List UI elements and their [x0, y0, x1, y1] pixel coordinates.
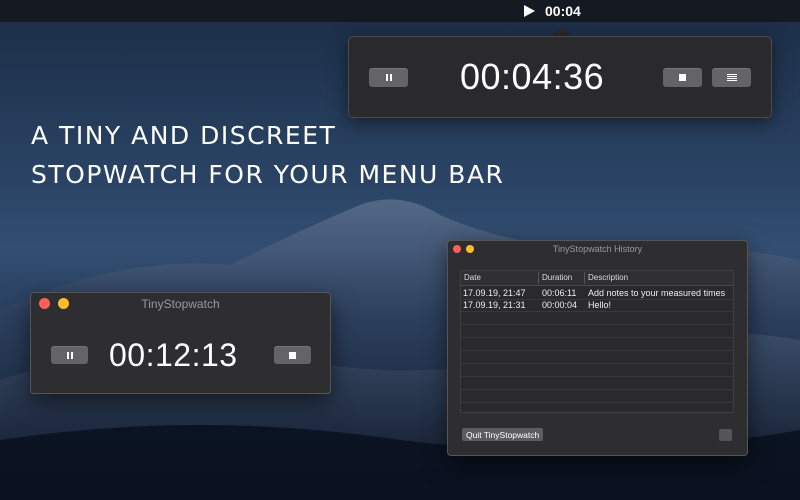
stop-icon — [289, 351, 296, 359]
pause-icon — [66, 351, 73, 359]
row-divider — [461, 363, 733, 364]
row-description: Hello! — [588, 300, 612, 310]
table-header: Date Duration Description — [461, 271, 733, 286]
row-divider — [461, 311, 733, 312]
row-divider — [461, 389, 733, 390]
column-separator — [584, 272, 585, 284]
play-icon — [524, 5, 535, 17]
popover-stop-button[interactable] — [663, 68, 702, 87]
row-divider — [461, 350, 733, 351]
popover-time: 00:04:36 — [460, 56, 605, 97]
menubar-stopwatch-item[interactable]: 00:04 — [524, 2, 581, 20]
stopwatch-window-title: TinyStopwatch — [141, 297, 220, 311]
pause-icon — [385, 74, 392, 81]
window-stop-button[interactable] — [274, 346, 311, 364]
window-pause-button[interactable] — [51, 346, 88, 364]
row-date: 17.09.19, 21:31 — [463, 300, 526, 310]
headline-line-2: STOPWATCH FOR YOUR MENU BAR — [31, 160, 505, 189]
popover-pause-button[interactable] — [369, 68, 408, 87]
stop-icon — [679, 74, 686, 81]
window-time: 00:12:13 — [109, 337, 238, 373]
popover-history-button[interactable] — [712, 68, 751, 87]
menubar-elapsed-time: 00:04 — [545, 3, 581, 19]
headline-line-1: A TINY AND DISCREET — [31, 121, 337, 150]
row-divider — [461, 337, 733, 338]
stopwatch-window: TinyStopwatch 00:12:13 — [30, 292, 331, 394]
column-header-duration[interactable]: Duration — [542, 273, 572, 282]
menu-bar: 00:04 — [0, 0, 800, 22]
row-description: Add notes to your measured times — [588, 288, 726, 298]
settings-icon[interactable] — [719, 429, 732, 441]
column-header-description[interactable]: Description — [588, 273, 628, 282]
history-table: Date Duration Description 17.09.19, 21:4… — [460, 270, 734, 413]
row-divider — [461, 299, 733, 300]
list-icon — [726, 74, 737, 81]
column-header-date[interactable]: Date — [464, 273, 481, 282]
row-divider — [461, 402, 733, 403]
row-duration: 00:06:11 — [542, 288, 577, 298]
history-window-title: TinyStopwatch History — [552, 244, 643, 254]
column-separator — [538, 272, 539, 284]
quit-button[interactable]: Quit TinyStopwatch — [462, 428, 544, 441]
stopwatch-popover: 00:04:36 — [348, 36, 772, 118]
row-duration: 00:00:04 — [542, 300, 578, 310]
row-date: 17.09.19, 21:47 — [463, 288, 526, 298]
row-divider — [461, 376, 733, 377]
row-divider — [461, 324, 733, 325]
